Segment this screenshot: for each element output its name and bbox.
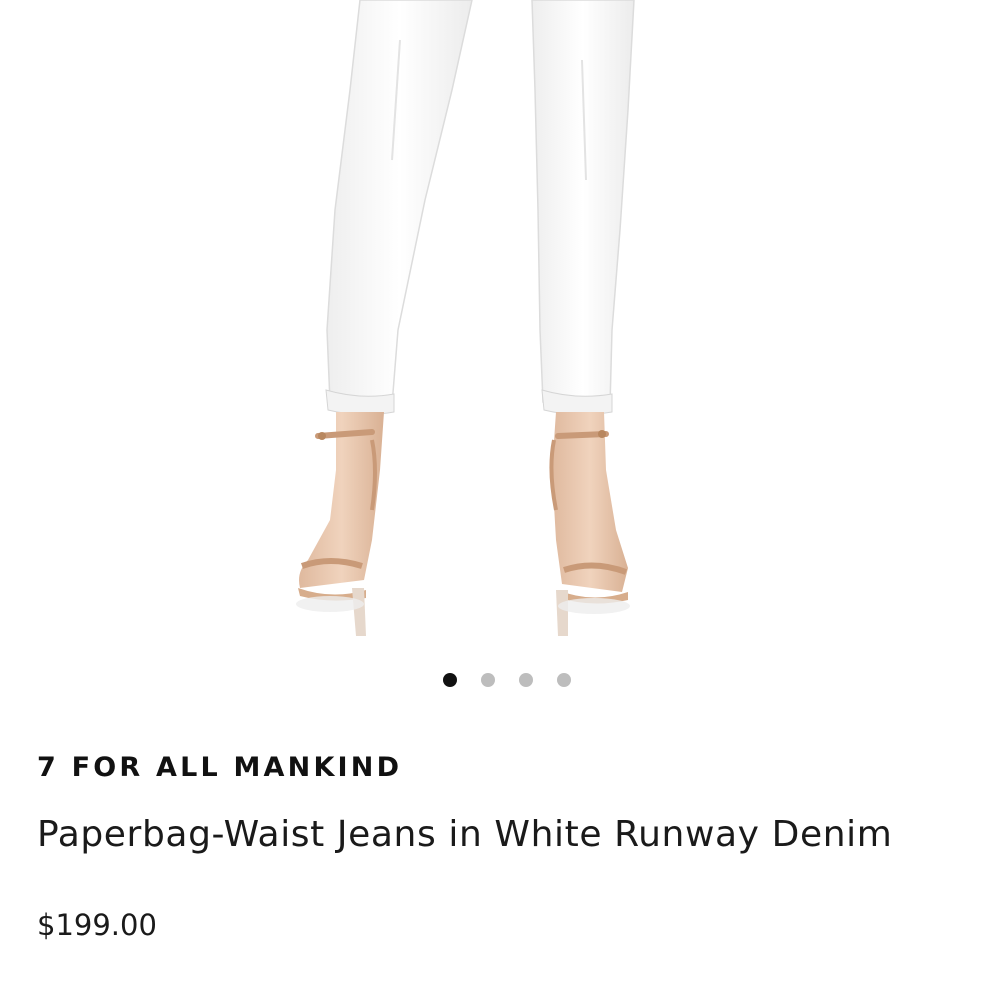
carousel-dot-4[interactable] — [557, 673, 571, 687]
brand-name[interactable]: 7 FOR ALL MANKIND — [37, 752, 402, 783]
product-image[interactable] — [0, 0, 1000, 650]
carousel-dot-2[interactable] — [481, 673, 495, 687]
product-price: $199.00 — [37, 908, 157, 942]
carousel-dots — [7, 673, 1000, 687]
carousel-dot-3[interactable] — [519, 673, 533, 687]
carousel-dot-1[interactable] — [443, 673, 457, 687]
product-photo — [296, 0, 635, 636]
product-title: Paperbag-Waist Jeans in White Runway Den… — [37, 814, 893, 855]
